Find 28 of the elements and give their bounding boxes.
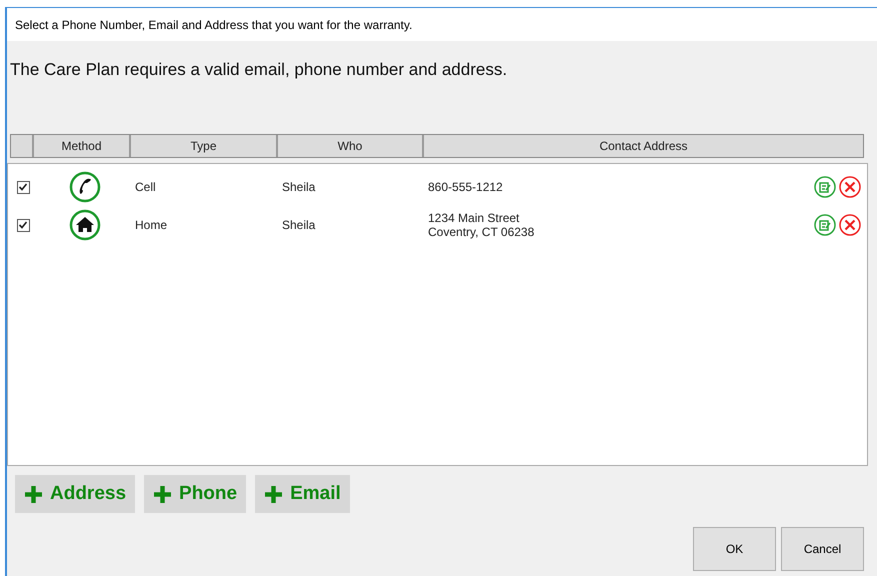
column-header[interactable]: Type xyxy=(131,135,278,157)
delete-icon[interactable] xyxy=(839,214,861,236)
requirement-message: The Care Plan requires a valid email, phone number and address. xyxy=(10,60,508,79)
dialog-button[interactable]: Cancel xyxy=(781,527,864,571)
contact-address-line: Coventry, CT 06238 xyxy=(428,225,536,239)
column-header[interactable]: Method xyxy=(34,135,131,157)
delete-icon[interactable] xyxy=(839,176,861,198)
who-cell: Sheila xyxy=(282,218,316,232)
contact-address-line: 1234 Main Street xyxy=(428,211,520,225)
window-title: Select a Phone Number, Email and Address that you want for the warranty. xyxy=(15,16,412,34)
column-header[interactable]: Who xyxy=(278,135,424,157)
phone-icon xyxy=(68,171,100,203)
contact-address-line: 860-555-1212 xyxy=(428,180,504,194)
column-header[interactable]: Contact Address xyxy=(424,135,863,157)
checkbox[interactable] xyxy=(16,180,30,194)
dialog-button[interactable]: OK xyxy=(693,527,776,571)
who-cell: Sheila xyxy=(282,180,316,194)
checkbox[interactable] xyxy=(16,218,30,232)
plus-icon xyxy=(264,484,284,504)
house-icon xyxy=(68,209,100,241)
checkmark-icon xyxy=(18,220,28,230)
checkmark-icon xyxy=(18,182,28,192)
plus-icon xyxy=(153,484,172,504)
type-cell: Home xyxy=(135,218,168,232)
plus-icon xyxy=(24,484,43,504)
edit-icon[interactable] xyxy=(814,176,836,198)
type-cell: Cell xyxy=(135,180,156,194)
edit-icon[interactable] xyxy=(814,214,836,236)
